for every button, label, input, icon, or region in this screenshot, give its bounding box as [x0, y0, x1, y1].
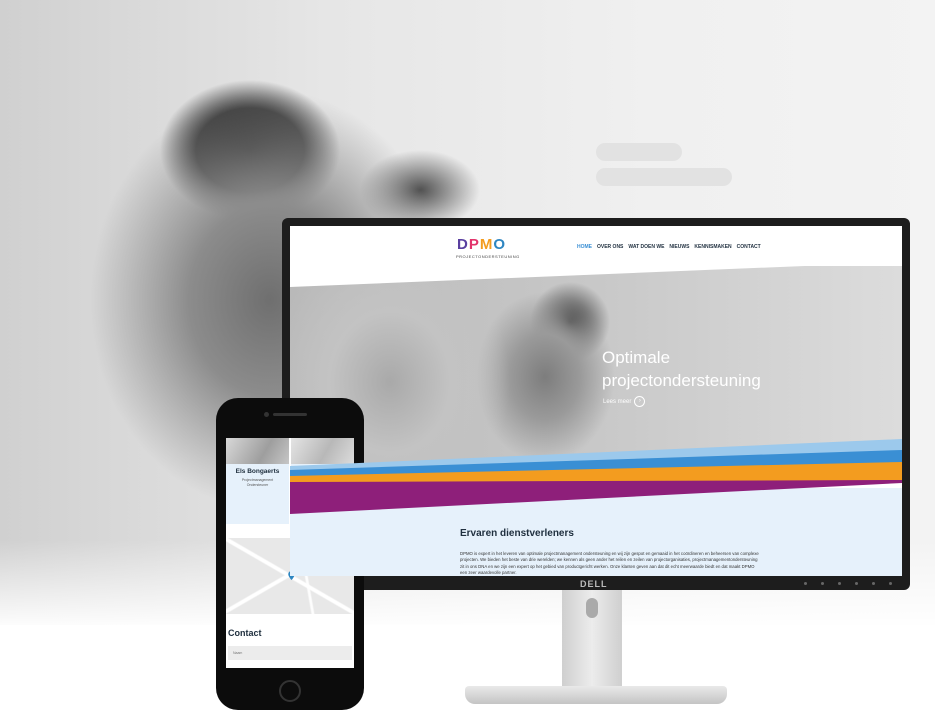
- dell-logo: DELL: [580, 579, 608, 589]
- monitor: DPMO PROJECTONDERSTEUNING HOME OVER ONS …: [282, 218, 910, 590]
- team-name: Jouw ervaring hier?: [291, 468, 354, 475]
- hero-more-link[interactable]: Lees meer ›: [603, 396, 646, 407]
- contact-title: Contact: [228, 628, 262, 638]
- logo-letter: P: [468, 236, 480, 253]
- dpmo-logo[interactable]: DPMO: [457, 236, 506, 253]
- nav-item-contact[interactable]: CONTACT: [737, 244, 761, 250]
- monitor-stand-base: [465, 686, 727, 704]
- hero-more-label: Lees meer: [603, 398, 632, 405]
- logo-letter: D: [457, 236, 469, 253]
- hero-title: Optimale projectondersteuning: [602, 346, 822, 392]
- power-button[interactable]: [889, 582, 892, 585]
- nav-item-nieuws[interactable]: NIEUWS: [669, 244, 689, 250]
- background-blur-element: [596, 143, 682, 161]
- nav-item-kennismaken[interactable]: KENNISMAKEN: [694, 244, 731, 250]
- monitor-button[interactable]: [821, 582, 824, 585]
- team-card[interactable]: Els Bongaerts Projectmanagement Onderste…: [226, 438, 289, 524]
- phone-speaker: [273, 413, 307, 416]
- nav-item-over-ons[interactable]: OVER ONS: [597, 244, 623, 250]
- monitor-button[interactable]: [838, 582, 841, 585]
- phone-home-button[interactable]: [279, 680, 301, 702]
- monitor-stand-cable-hole: [586, 598, 598, 618]
- site-header: DPMO PROJECTONDERSTEUNING HOME OVER ONS …: [290, 226, 902, 266]
- monitor-button[interactable]: [872, 582, 875, 585]
- team-role: DPMO en je spot: [293, 478, 352, 483]
- team-role: Projectmanagement Ondersteuner: [228, 478, 287, 488]
- logo-letter: M: [479, 236, 494, 253]
- team-role-line: Ondersteuner: [246, 483, 269, 487]
- monitor-screen: DPMO PROJECTONDERSTEUNING HOME OVER ONS …: [290, 226, 902, 576]
- monitor-button[interactable]: [855, 582, 858, 585]
- background-blur-element: [596, 168, 732, 186]
- arrow-right-icon: ›: [634, 396, 646, 407]
- team-photo: [291, 438, 354, 464]
- monitor-buttons: [804, 582, 892, 585]
- hero-top-cut: [290, 262, 902, 287]
- nav-item-wat-doen-we[interactable]: WAT DOEN WE: [628, 244, 664, 250]
- main-nav: HOME OVER ONS WAT DOEN WE NIEUWS KENNISM…: [577, 244, 761, 250]
- hero-banner: Optimale projectondersteuning Lees meer …: [290, 262, 902, 472]
- logo-letter: O: [493, 236, 507, 253]
- team-role-line: DPMO en je spot: [309, 478, 336, 482]
- hero-title-line: projectondersteuning: [602, 371, 761, 390]
- nav-item-home[interactable]: HOME: [577, 244, 592, 250]
- monitor-button[interactable]: [804, 582, 807, 585]
- hero-title-line: Optimale: [602, 348, 671, 367]
- team-name: Els Bongaerts: [235, 468, 280, 475]
- team-photo: [226, 438, 289, 464]
- logo-subtitle: PROJECTONDERSTEUNING: [456, 254, 520, 259]
- name-input[interactable]: Naam: [228, 646, 352, 660]
- content-title: Ervaren dienstverleners: [460, 528, 574, 539]
- content-text: DPMO is expert in het leveren van optima…: [460, 551, 759, 576]
- phone-camera: [264, 412, 269, 417]
